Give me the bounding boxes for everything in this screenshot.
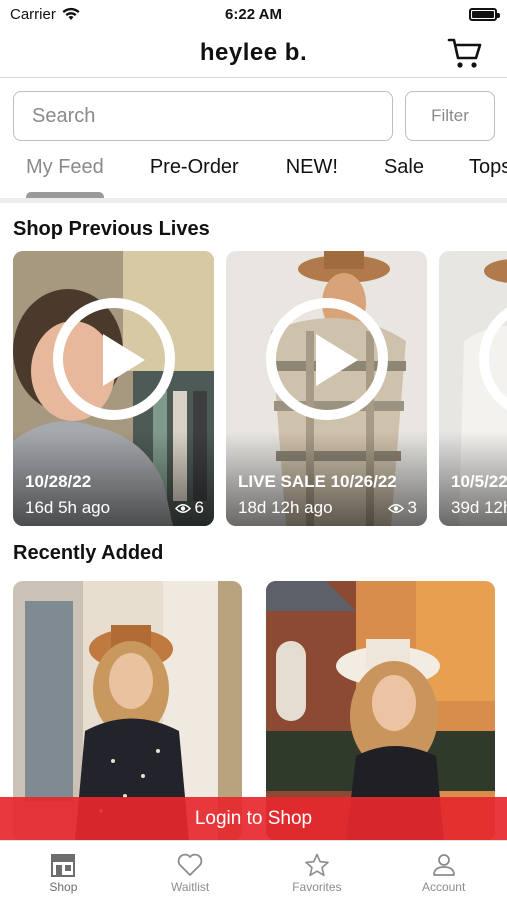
live-views: 3 — [387, 498, 417, 518]
play-icon[interactable] — [266, 298, 388, 420]
eye-icon — [387, 503, 404, 513]
eye-icon — [174, 503, 191, 513]
live-card[interactable]: 10/5/22 39d 12h ago — [439, 251, 507, 526]
tab-tops[interactable]: Tops — [469, 150, 507, 200]
live-time-ago: 16d 5h ago — [25, 498, 111, 517]
nav-label: Shop — [49, 880, 78, 894]
filter-button[interactable]: Filter — [405, 91, 495, 141]
view-count: 3 — [407, 498, 417, 517]
cart-icon[interactable] — [447, 36, 483, 70]
view-count: 6 — [194, 498, 204, 517]
live-card[interactable]: 10/28/22 16d 5h ago 6 — [13, 251, 214, 526]
nav-account[interactable]: Account — [380, 841, 507, 900]
play-icon[interactable] — [53, 298, 175, 420]
nav-favorites[interactable]: Favorites — [254, 841, 381, 900]
lives-carousel: 10/28/22 16d 5h ago 6 LIVE SALE 10/26/22… — [13, 251, 507, 526]
live-date: 10/28/22 — [25, 472, 92, 491]
search-input[interactable] — [13, 91, 393, 141]
tab-label: Pre-Order — [149, 156, 239, 178]
status-left: Carrier — [10, 6, 80, 23]
tab-divider — [0, 198, 507, 203]
tab-label: NEW! — [285, 156, 338, 178]
tab-new[interactable]: NEW! — [286, 150, 338, 200]
nav-label: Waitlist — [171, 880, 210, 894]
shop-icon — [51, 854, 76, 877]
wifi-icon — [62, 7, 80, 20]
login-to-shop-button[interactable]: Login to Shop — [0, 797, 507, 840]
tab-label: Sale — [383, 156, 424, 178]
category-tabs: My Feed Pre-Order NEW! Sale Tops — [0, 150, 507, 200]
bottom-tab-bar: Shop Waitlist Favorites Account — [0, 840, 507, 900]
nav-waitlist[interactable]: Waitlist — [127, 841, 254, 900]
section-title-lives: Shop Previous Lives — [13, 218, 210, 240]
live-time-ago: 18d 12h ago — [238, 498, 333, 517]
nav-label: Account — [421, 880, 466, 894]
tab-pre-order[interactable]: Pre-Order — [150, 150, 239, 200]
live-date: 10/5/22 — [451, 472, 507, 491]
person-icon — [432, 854, 455, 876]
live-time-ago: 39d 12h ago — [451, 498, 507, 517]
nav-label: Favorites — [292, 880, 342, 894]
carrier-label: Carrier — [10, 5, 56, 23]
app-title: heylee b. — [199, 38, 308, 66]
battery-icon — [469, 7, 500, 21]
live-views: 6 — [174, 498, 204, 518]
section-title-recent: Recently Added — [13, 542, 164, 564]
tab-label: My Feed — [26, 156, 104, 178]
nav-shop[interactable]: Shop — [0, 841, 127, 900]
star-icon — [305, 853, 329, 877]
tab-label: Tops — [468, 156, 507, 178]
tab-sale[interactable]: Sale — [384, 150, 424, 200]
tab-my-feed[interactable]: My Feed — [26, 150, 104, 200]
app-header: heylee b. — [0, 28, 507, 78]
live-card[interactable]: LIVE SALE 10/26/22 18d 12h ago 3 — [226, 251, 427, 526]
heart-icon — [177, 853, 203, 876]
live-date: LIVE SALE 10/26/22 — [238, 472, 397, 491]
search-row: Filter — [13, 91, 495, 141]
status-bar: Carrier 6:22 AM — [0, 0, 507, 28]
